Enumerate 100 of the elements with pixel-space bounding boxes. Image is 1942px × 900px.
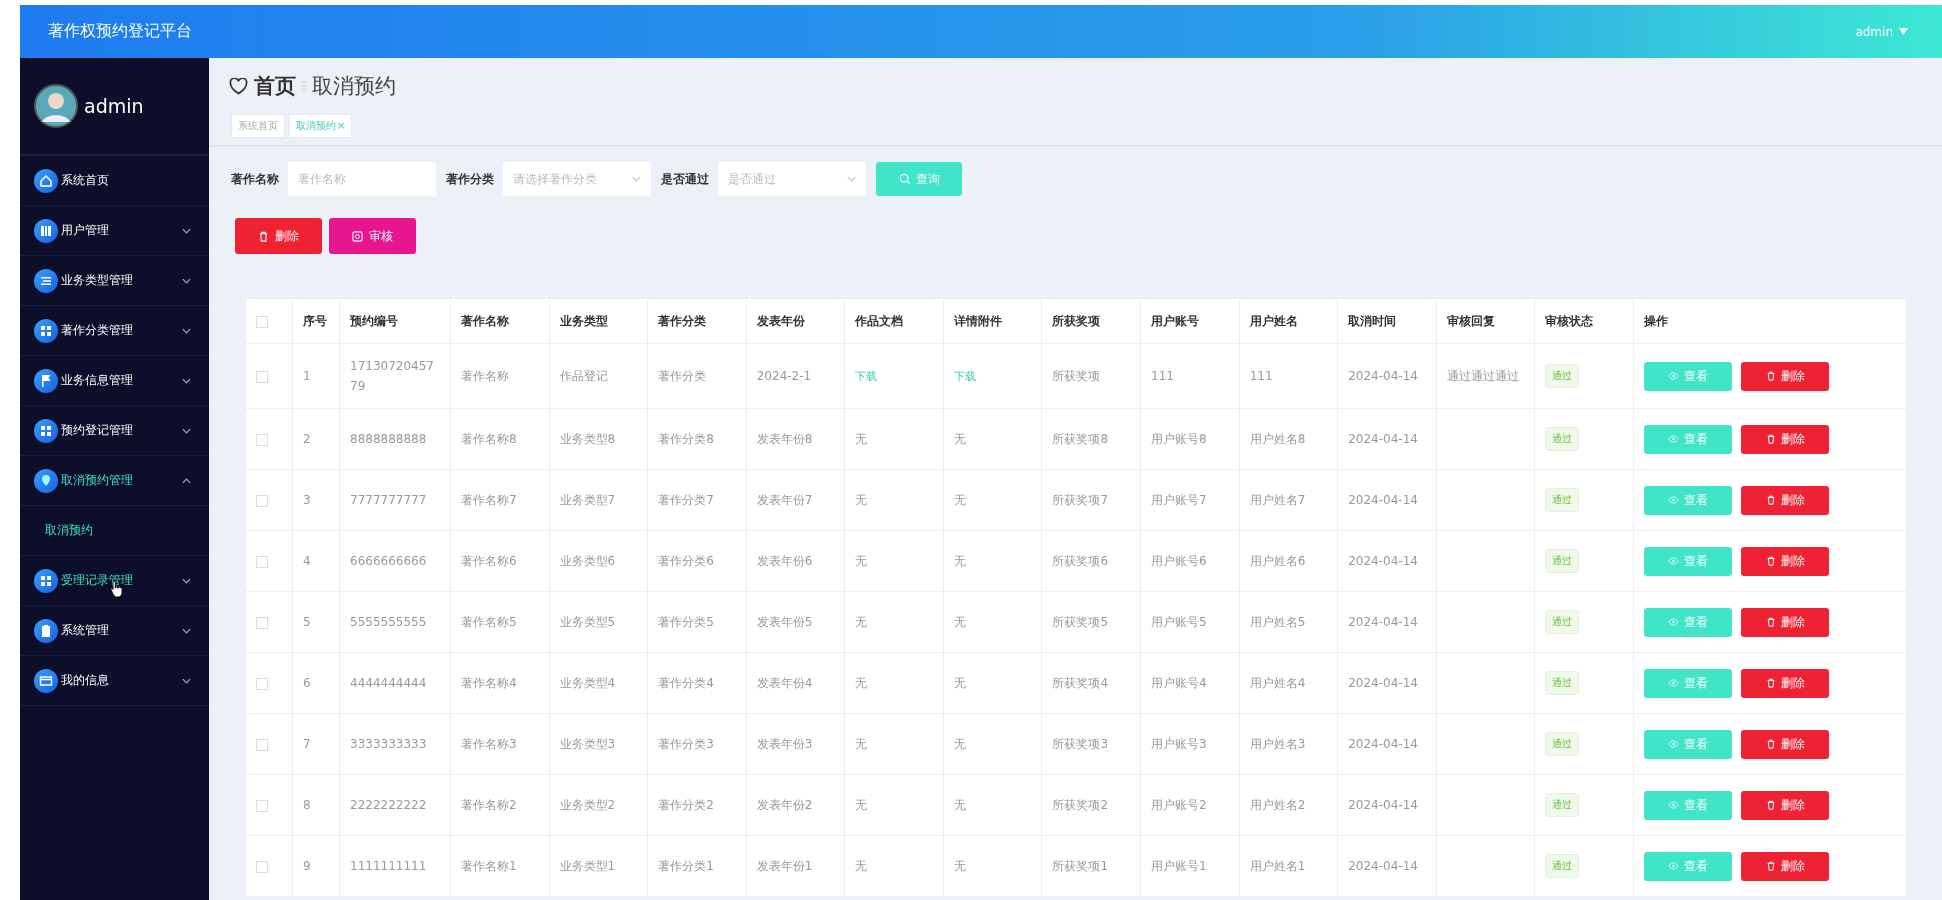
table-cell: 用户账号5 [1151,614,1207,629]
table-cell: 2024-04-14 [1348,859,1418,873]
menu-item[interactable]: 系统管理 [20,606,209,656]
table-cell: 业务类型6 [559,553,616,568]
menu-item[interactable]: 用户管理 [20,206,209,256]
table-cell: 无 [855,553,868,568]
delete-button[interactable]: 删除 [1741,546,1829,576]
column-header: 著作分类 [647,298,747,344]
menu-item[interactable]: 著作分类管理 [20,306,209,356]
table-cell: 无 [855,736,868,751]
field-label: 著作分类 [446,170,494,188]
delete-button[interactable]: 删除 [1741,485,1829,515]
chevron-down-icon [182,227,191,234]
column-header: 用户账号 [1140,298,1240,344]
checkbox[interactable] [256,677,268,690]
table-cell: 2024-2-1 [756,369,812,383]
table-cell: 业务类型2 [559,797,616,812]
pin-icon [34,468,58,493]
table-cell: 发表年份1 [756,858,813,873]
checkbox[interactable] [256,616,268,629]
checkbox[interactable] [256,555,268,568]
table-cell: 用户账号7 [1151,492,1207,507]
table-cell: 所获奖项2 [1052,797,1109,812]
table-cell: 7 [303,737,311,751]
table-cell: 著作分类3 [658,736,714,751]
eye-icon [1668,618,1679,626]
checkbox[interactable] [256,433,268,446]
chevron-down-icon [182,427,191,434]
menu-item[interactable]: 取消预约管理 [20,456,209,506]
search-icon [898,173,911,185]
table-cell: 著作分类5 [658,614,714,629]
delete-button[interactable]: 删除 [1741,424,1829,454]
checkbox[interactable] [256,494,268,507]
table-cell: 著作名称4 [461,675,517,690]
review-button[interactable]: 审核 [329,218,416,254]
checkbox[interactable] [256,370,268,383]
eye-icon [1668,372,1679,380]
caret-icon [1899,28,1908,35]
table-cell: 无 [953,858,966,873]
app-title: 著作权预约登记平台 [48,21,192,42]
field-label: 是否通过 [661,170,709,188]
eye-icon [1668,435,1679,443]
chevron-down-icon [182,577,191,584]
table-cell: 无 [855,797,868,812]
table-cell: 用户账号3 [1151,736,1207,751]
trash-icon [258,230,269,242]
column-header: 审核状态 [1534,298,1634,344]
delete-button[interactable]: 删除 [1741,361,1829,391]
delete-button[interactable]: 删除 [1741,607,1829,637]
column-header: 审核回复 [1436,298,1535,344]
table-cell: 业务类型7 [559,492,616,507]
table-cell: 4 [303,554,311,568]
trash-icon [1765,617,1776,627]
checkbox[interactable] [256,315,268,328]
chevron-down-icon [182,677,191,684]
table-cell: 无 [855,675,868,690]
search-field[interactable]: 著作名称 [288,162,436,196]
table-cell: 业务类型4 [559,675,616,690]
table-cell: 用户姓名5 [1249,614,1306,629]
table-cell: 通过通过通过 [1446,368,1519,383]
status-tag: 通过 [1545,364,1580,388]
table-cell: 无 [855,858,868,873]
column-header: 作品文档 [844,298,944,344]
menu-item[interactable]: 系统首页 [20,156,209,206]
delete-button[interactable]: 删除 [235,218,322,254]
table-cell: 著作名称7 [461,492,517,507]
menu-item[interactable]: 业务信息管理 [20,356,209,406]
table-cell: 著作分类 [658,368,707,383]
grid-icon [34,318,58,343]
table-cell: 9 [303,859,311,873]
checkbox[interactable] [256,799,268,812]
table-cell: 无 [855,614,868,629]
table-cell: 无 [953,553,966,568]
trash-icon [1765,556,1776,566]
checkbox[interactable] [256,860,268,873]
delete-button[interactable]: 删除 [1741,790,1829,820]
menu-item[interactable]: 受理记录管理 [20,556,209,606]
table-cell: 所获奖项4 [1052,675,1109,690]
clipboard-icon [34,618,58,643]
breadcrumb-link[interactable]: 首页 [254,72,296,100]
table-cell: 发表年份4 [756,675,813,690]
checkbox[interactable] [256,738,268,751]
table-cell: 无 [953,492,966,507]
table-cell: 无 [855,492,868,507]
menu-item[interactable]: 预约登记管理 [20,406,209,456]
table-cell: 著作分类8 [658,431,714,446]
status-tag: 通过 [1545,732,1580,756]
card-icon [34,668,58,693]
delete-button[interactable]: 删除 [1741,851,1829,881]
menu-item[interactable]: 业务类型管理 [20,256,209,306]
page-tab[interactable]: 系统首页 [231,114,285,138]
status-tag: 通过 [1545,854,1580,878]
status-tag: 通过 [1545,427,1580,451]
delete-button[interactable]: 删除 [1741,668,1829,698]
delete-button[interactable]: 删除 [1741,729,1829,759]
table-cell: 1111111111 [350,859,427,873]
table-cell: 发表年份8 [756,431,813,446]
table-cell: 111 [1151,369,1174,383]
menu-item[interactable]: 我的信息 [20,656,209,706]
table-cell: 用户账号6 [1151,553,1207,568]
